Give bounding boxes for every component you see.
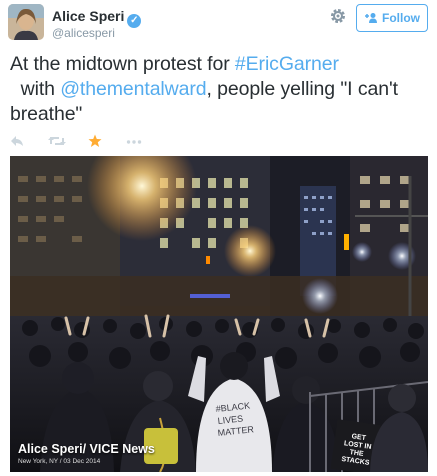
more-icon[interactable] bbox=[126, 134, 142, 148]
protest-photo: #BLACK LIVES MATTER bbox=[10, 156, 428, 472]
verified-badge-icon: ✓ bbox=[127, 14, 142, 28]
tweet-text: At the midtown protest for #EricGarner w… bbox=[10, 52, 430, 127]
follow-button-label: Follow bbox=[382, 11, 420, 25]
author-handle[interactable]: @alicesperi bbox=[52, 26, 115, 40]
avatar[interactable] bbox=[8, 4, 44, 40]
protest-sign-text: GET LOST IN THE STACKS bbox=[340, 433, 372, 467]
follow-button[interactable]: Follow bbox=[356, 4, 428, 32]
author-name-text[interactable]: Alice Speri bbox=[52, 8, 124, 24]
retweet-icon[interactable] bbox=[48, 134, 66, 148]
photo-credit: Alice Speri/ VICE News bbox=[18, 442, 155, 456]
reply-icon[interactable] bbox=[10, 134, 24, 148]
tweet-text-before: At the midtown protest for bbox=[10, 53, 235, 75]
tweet-photo[interactable]: #BLACK LIVES MATTER GET LOST IN THE STAC… bbox=[10, 156, 428, 472]
gear-icon[interactable] bbox=[328, 6, 348, 26]
author-name[interactable]: Alice Speri ✓ bbox=[52, 8, 142, 28]
tweet-text-middle: with bbox=[10, 78, 61, 100]
hashtag-link[interactable]: #EricGarner bbox=[235, 53, 339, 75]
favorite-icon[interactable] bbox=[88, 134, 102, 148]
tweet-card: Alice Speri ✓ @alicesperi Follow At the m… bbox=[0, 0, 437, 476]
mention-link[interactable]: @thementalward bbox=[60, 78, 206, 100]
photo-location-date: New York, NY / 03 Dec 2014 bbox=[18, 458, 101, 465]
add-user-icon bbox=[365, 13, 377, 23]
